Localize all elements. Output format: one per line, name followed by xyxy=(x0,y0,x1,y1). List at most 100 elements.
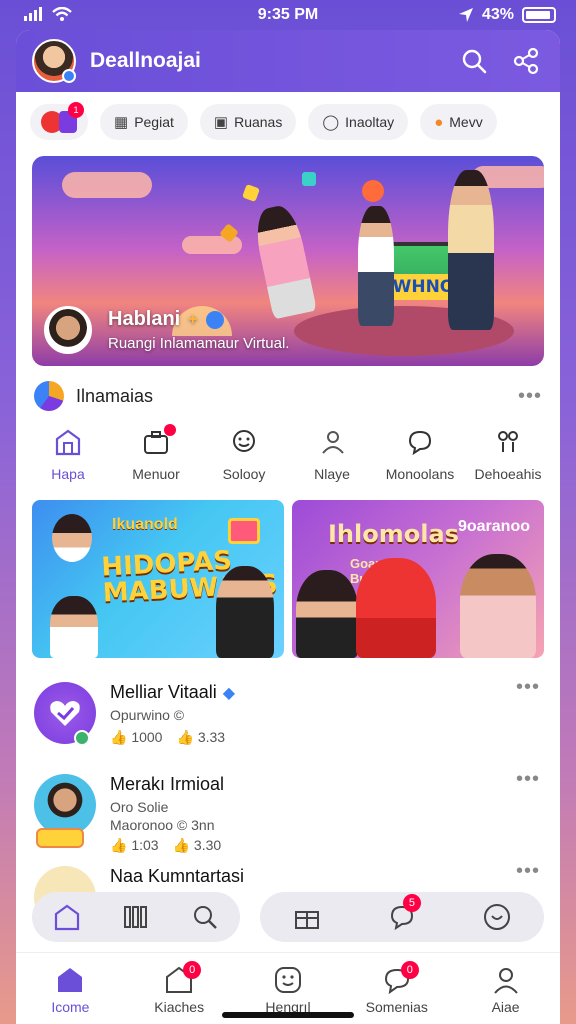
item-subtitle: Opurwino © xyxy=(110,707,185,723)
gift-icon[interactable] xyxy=(290,900,324,934)
category-solooy[interactable]: Solooy xyxy=(200,426,288,482)
status-bar: 9:35 PM 43% xyxy=(0,0,576,32)
chip-mevv[interactable]: ● Mevv xyxy=(420,104,497,140)
section-icon xyxy=(34,381,64,411)
chip-pegiat[interactable]: ▦ Pegiat xyxy=(100,104,188,140)
notification-badge: 0 xyxy=(183,961,202,979)
host-figure xyxy=(50,596,98,658)
item-title: Merakı Irmioal xyxy=(110,774,225,794)
tab-label: Aiae xyxy=(491,999,520,1015)
share-icon[interactable] xyxy=(508,43,544,79)
promo-title: Ihlomolas xyxy=(328,520,459,548)
thumbs-up-icon: 👍 xyxy=(110,729,128,745)
category-label: Hapa xyxy=(51,466,85,482)
list-item[interactable]: Melliar Vitaali ◆ Opurwino © 👍 1000 👍 3.3… xyxy=(16,666,560,758)
house-outline-icon: 0 xyxy=(163,961,202,995)
chip-ruanas[interactable]: ▣ Ruanas xyxy=(199,104,297,140)
clock-icon[interactable] xyxy=(480,900,514,934)
more-icon[interactable]: ••• xyxy=(516,768,540,791)
category-hapa[interactable]: Hapa xyxy=(24,426,112,482)
boy-figure xyxy=(358,206,394,326)
image-icon: ▣ xyxy=(213,114,229,131)
tab-somenias[interactable]: 0 Somenias xyxy=(342,953,451,1024)
category-nlaye[interactable]: Nlaye xyxy=(288,426,376,482)
man-figure xyxy=(448,170,494,330)
chip-label: Ruanas xyxy=(234,114,283,130)
house-icon xyxy=(52,426,84,458)
notification-badge: 0 xyxy=(400,961,419,979)
sparkle-icon: + xyxy=(188,310,198,328)
status-indicator xyxy=(74,730,90,746)
host-figure xyxy=(216,566,274,658)
hero-banner[interactable]: KOWHNO Hablani + Ruangi Inlamamaur Virtua… xyxy=(32,156,544,366)
category-dehoeahis[interactable]: Dehoeahis xyxy=(464,426,552,482)
host-figure xyxy=(296,570,358,658)
category-menuor[interactable]: Menuor xyxy=(112,424,200,482)
tab-kiaches[interactable]: 0 Kiaches xyxy=(125,953,234,1024)
comment-icon[interactable]: 5 xyxy=(385,894,421,934)
tab-aiae[interactable]: Aiae xyxy=(451,953,560,1024)
app-window: Deallnoajai 1 ▦ Pegiat ▣ Ruanas ◯ Inaoltay … xyxy=(16,30,560,1024)
smiley-icon xyxy=(272,965,304,995)
people-icon xyxy=(492,426,524,458)
hero-creator[interactable]: Hablani + Ruangi Inlamamaur Virtual. xyxy=(44,306,289,354)
item-title: Naa Kumntartasi xyxy=(110,866,245,886)
promo-card-ihlomolas[interactable]: Ihlomolas 9oaranoo Goaur Buue xyxy=(292,500,544,658)
avatar[interactable] xyxy=(32,39,76,83)
online-indicator xyxy=(62,69,76,83)
creator-avatar xyxy=(44,306,92,354)
list-item[interactable]: Merakı Irmioal Oro Solie Maoronoo © 3nn … xyxy=(16,758,560,853)
likes-count: 👍 1000 xyxy=(110,729,163,745)
more-icon[interactable]: ••• xyxy=(516,860,540,883)
verified-icon: ◆ xyxy=(222,684,236,702)
promo-tag: Ikuanold xyxy=(112,516,178,533)
notification-badge: 5 xyxy=(402,894,421,912)
app-header: Deallnoajai xyxy=(16,30,560,92)
category-row: Hapa Menuor Solooy Nlaye Monoolans Dehoe… xyxy=(16,412,560,482)
home-indicator[interactable] xyxy=(222,1012,354,1018)
person-icon xyxy=(316,426,348,458)
item-meta: Maoronoo © 3nn xyxy=(110,817,215,833)
chip-label: Inaoltay xyxy=(345,114,395,130)
host-figure xyxy=(460,554,536,658)
promo-row: Ikuanold HIDOPAS MABUWAHS Ihlomolas 9oar… xyxy=(16,482,560,658)
library-icon[interactable] xyxy=(119,900,153,934)
views-count: 👍 3.33 xyxy=(176,729,226,745)
channel-avatar xyxy=(34,682,96,746)
notification-badge: 1 xyxy=(68,102,84,118)
category-label: Nlaye xyxy=(314,466,350,482)
profile-icon xyxy=(490,965,522,995)
host-figure xyxy=(52,514,92,562)
battery-icon xyxy=(522,7,556,23)
girl-figure xyxy=(251,202,317,320)
promo-card-hidopas[interactable]: Ikuanold HIDOPAS MABUWAHS xyxy=(32,500,284,658)
tab-home[interactable]: Icome xyxy=(16,953,125,1024)
heart-check-icon xyxy=(50,701,80,726)
creator-subtitle: Ruangi Inlamamaur Virtual. xyxy=(108,335,290,352)
tab-label: Kiaches xyxy=(154,999,205,1015)
home-icon[interactable] xyxy=(50,900,84,934)
search-icon[interactable] xyxy=(188,900,222,934)
item-subtitle: Oro Solie xyxy=(110,799,169,815)
chat-icon: ◯ xyxy=(322,114,340,131)
chip-inaoltay[interactable]: ◯ Inaoltay xyxy=(308,104,409,140)
smile-icon xyxy=(228,426,260,458)
channel-avatar xyxy=(34,774,96,848)
more-icon[interactable]: ••• xyxy=(518,385,542,408)
chip-label: Mevv xyxy=(449,114,483,130)
promo-badge xyxy=(36,828,84,848)
promo-tag: 9oaranoo xyxy=(457,518,530,535)
search-icon[interactable] xyxy=(456,43,492,79)
item-title: Melliar Vitaali xyxy=(110,682,217,702)
category-monoolans[interactable]: Monoolans xyxy=(376,426,464,482)
apps-chip[interactable]: 1 xyxy=(30,102,88,140)
chip-label: Pegiat xyxy=(134,114,174,130)
confetti-decoration xyxy=(242,184,260,202)
food-icon: ● xyxy=(434,113,444,131)
section-header: Ilnamaias ••• xyxy=(16,366,560,412)
more-icon[interactable]: ••• xyxy=(516,676,540,699)
thumbs-up-icon: 👍 xyxy=(176,729,194,745)
location-icon xyxy=(458,8,473,22)
verified-icon xyxy=(205,310,224,329)
tab-label: Icome xyxy=(51,999,90,1015)
